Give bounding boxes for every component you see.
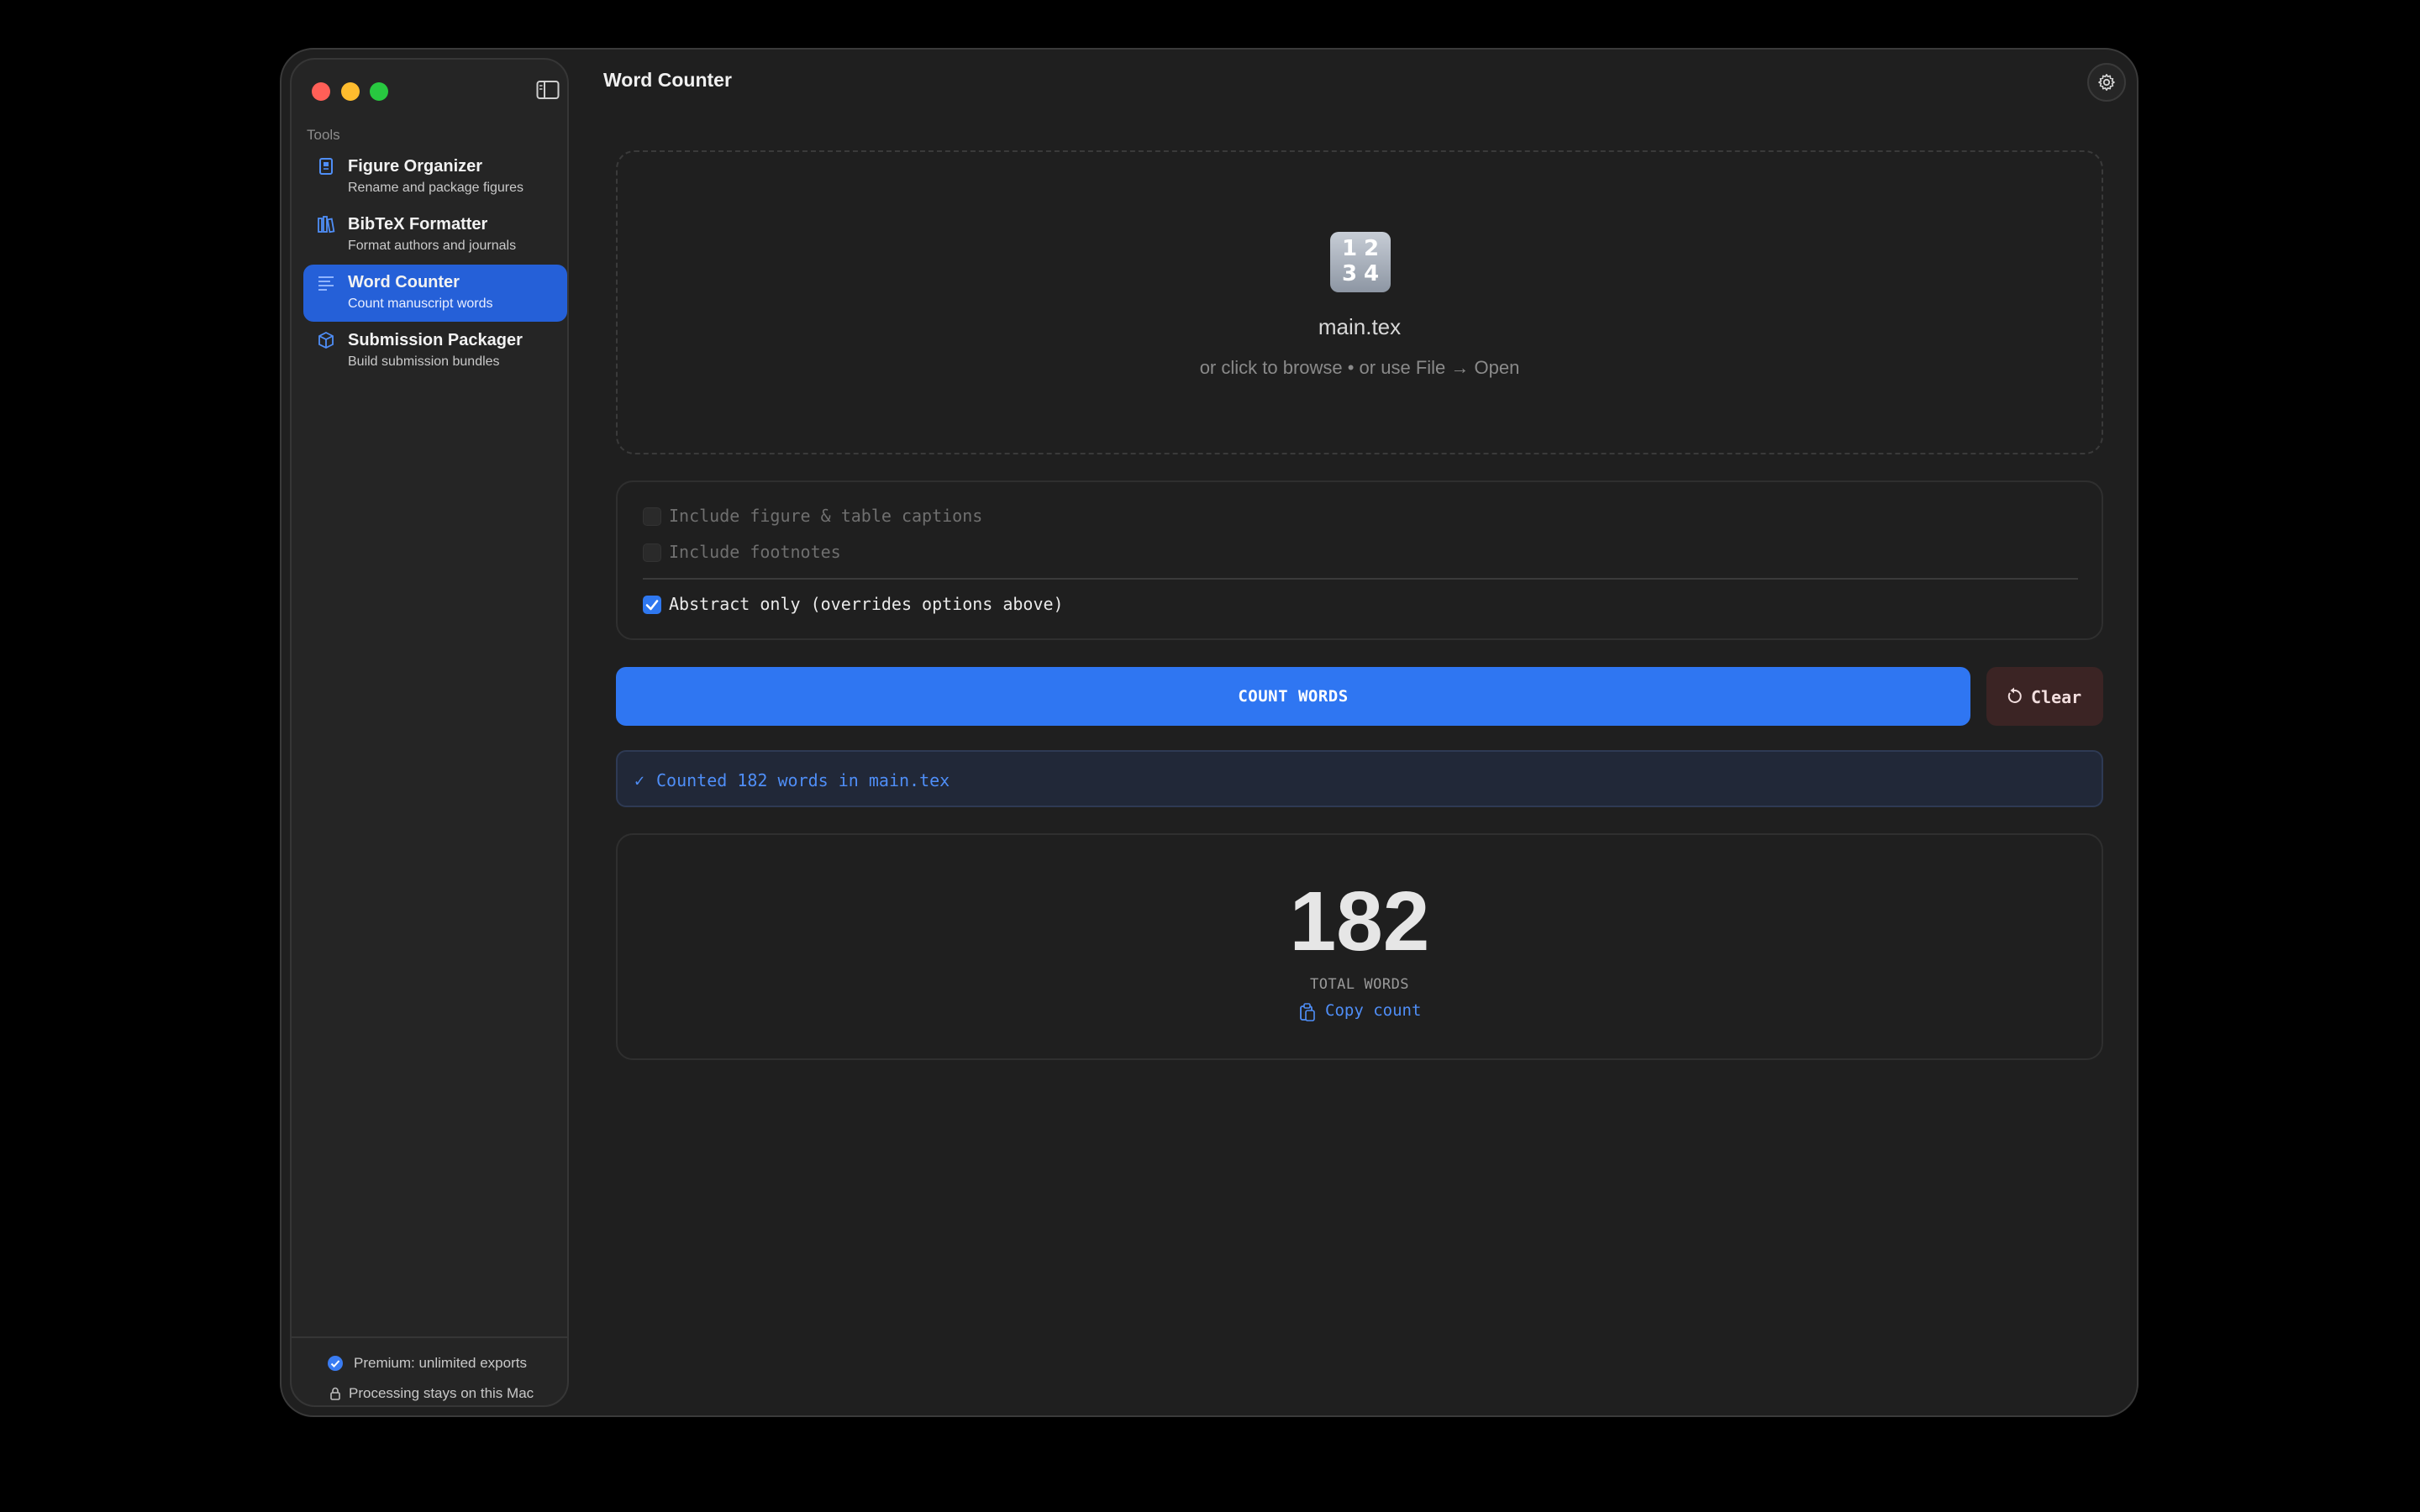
minimize-window-button[interactable] [341,82,360,101]
privacy-note-text: Processing stays on this Mac [349,1385,534,1401]
clear-button[interactable]: Clear [1986,667,2103,726]
captions-checkbox [643,507,661,526]
sidebar-item-subtitle: Build submission bundles [348,354,500,369]
abstract-only-label[interactable]: Abstract only (overrides options above) [669,594,1064,614]
sidebar-item-subtitle: Format authors and journals [348,239,517,253]
sidebar: Tools Figure Organizer Rename and packag… [290,58,569,1407]
word-count-label: TOTAL WORDS [1309,976,1410,993]
status-banner: ✓ Counted 182 words in main.tex [616,750,2103,807]
checkmark-icon: ✓ [634,770,645,790]
abstract-only-checkbox[interactable] [643,596,661,614]
sidebar-section-label: Tools [307,127,340,143]
books-icon [318,216,335,234]
footnotes-label: Include footnotes [669,542,841,562]
word-count-value: 182 [1289,874,1430,969]
sidebar-toggle-icon[interactable] [536,80,560,100]
drop-zone-hint: or click to browse • or use File → Open [1199,357,1520,378]
footnotes-checkbox [643,543,661,562]
zoom-window-button[interactable] [370,82,388,101]
package-cube-icon [318,331,334,349]
sidebar-item-title: Word Counter [348,273,460,291]
text-lines-icon [318,276,334,291]
count-words-button[interactable]: COUNT WORDS [616,667,1970,726]
reset-arrow-icon [2007,687,2022,703]
copy-count-label[interactable]: Copy count [1325,1001,1421,1020]
result-card: 182 TOTAL WORDS Copy count [616,833,2103,1060]
sidebar-item-title: Figure Organizer [348,157,483,176]
sidebar-item-title: Submission Packager [348,331,523,349]
sidebar-item-subtitle: Count manuscript words [348,297,493,311]
figure-doc-icon [319,158,333,175]
sidebar-item-subtitle: Rename and package figures [348,181,524,195]
sidebar-item-submission-packager[interactable]: Submission Packager Build submission bun… [303,323,567,380]
lock-icon [330,1387,340,1400]
selected-file-name: main.tex [1318,314,1402,339]
clear-button-label[interactable]: Clear [2031,687,2081,707]
page-title: Word Counter [603,69,732,91]
sidebar-item-word-counter[interactable]: Word Counter Count manuscript words [303,265,567,322]
status-message: Counted 182 words in main.tex [656,770,950,790]
captions-label: Include figure & table captions [669,506,983,526]
close-window-button[interactable] [312,82,330,101]
count-options-panel: Include figure & table captions Include … [616,480,2103,640]
copy-clipboard-icon [1300,1003,1315,1021]
app-window: Tools Figure Organizer Rename and packag… [280,48,2139,1417]
file-drop-zone[interactable]: 12 34 main.tex or click to browse • or u… [616,150,2103,454]
settings-button[interactable] [2087,63,2126,102]
numbers-icon: 12 34 [1330,232,1391,292]
premium-status-text: Premium: unlimited exports [354,1355,527,1371]
sidebar-footer: Premium: unlimited exports Processing st… [292,1336,567,1401]
options-divider [643,578,2078,580]
sidebar-item-bibtex-formatter[interactable]: BibTeX Formatter Format authors and jour… [303,207,567,264]
gear-icon [2098,74,2115,91]
sidebar-item-figure-organizer[interactable]: Figure Organizer Rename and package figu… [303,149,567,206]
verified-badge-icon [328,1356,343,1371]
sidebar-item-title: BibTeX Formatter [348,215,488,234]
